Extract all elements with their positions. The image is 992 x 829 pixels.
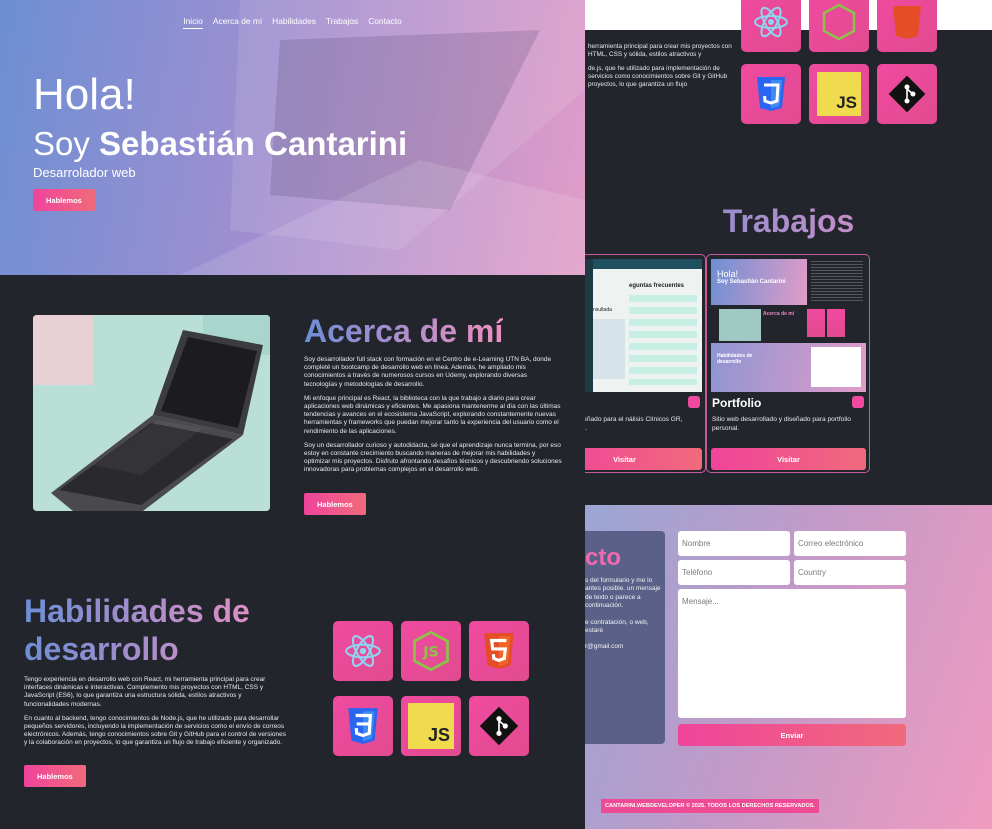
secondary-screenshot: herramienta principal para crear mis pro… [585, 0, 992, 829]
nodejs-icon: JS [413, 630, 449, 672]
shot-name: Soy Sebastián Cantarini [717, 279, 786, 285]
contact-email: r@gmail.com [585, 643, 624, 651]
css3-tile [333, 696, 393, 756]
contact-title: cto [585, 544, 621, 571]
shot-heading: eguntas frecuentes [629, 283, 685, 289]
visit-button[interactable]: Visitar [711, 448, 866, 470]
contact-text: s del formulario y me lo antes posible. … [585, 577, 661, 660]
react-tile [741, 0, 801, 52]
html5-icon [893, 6, 921, 39]
html5-tile [877, 0, 937, 52]
country-field[interactable]: Country [794, 560, 906, 585]
skills-paragraph: Tengo experiencia en desarrollo web con … [24, 676, 266, 708]
send-button[interactable]: Enviar [678, 724, 906, 746]
message-field[interactable]: Mensaje... [678, 589, 906, 718]
skills-paragraph: de.js, que he utilizado para implementac… [588, 65, 728, 88]
nav-item-acerca[interactable]: Acerca de mí [213, 16, 262, 29]
shot-skills: Habilidades de desarrollo [717, 353, 753, 365]
github-icon[interactable] [688, 396, 700, 408]
react-tile [333, 621, 393, 681]
contact-section: cto s del formulario y me lo antes posib… [585, 505, 992, 829]
skills-icons-partial: JS [741, 0, 941, 124]
css3-icon [757, 77, 785, 111]
name-field[interactable]: Nombre [678, 531, 790, 556]
javascript-icon: JS [408, 703, 454, 749]
about-cta-button[interactable]: Hablemos [304, 493, 366, 515]
git-icon [479, 706, 519, 746]
project-card: eguntas frecuentes nsultada rollado y di… [585, 254, 706, 473]
skills-text-partial: herramienta principal para crear mis pro… [588, 43, 738, 95]
react-icon [754, 6, 788, 38]
css3-tile [741, 64, 801, 124]
skills-title: Habilidades de desarrollo [24, 592, 284, 668]
hero-role: Desarrolador web [33, 165, 136, 180]
js-label: JS [836, 93, 857, 112]
visit-button[interactable]: Visitar [585, 448, 702, 470]
about-image [33, 315, 270, 511]
about-paragraph: Soy desarrollador full stack con formaci… [304, 356, 552, 388]
hero-name-bold: Sebastián Cantarini [99, 125, 408, 162]
project-card-portfolio: Hola! Soy Sebastián Cantarini Acerca de … [706, 254, 870, 473]
javascript-icon: JS [817, 72, 861, 116]
laptop-photo [33, 315, 270, 511]
skills-paragraph: herramienta principal para crear mis pro… [588, 43, 732, 58]
css3-icon [348, 708, 378, 744]
email-field[interactable]: Correo electrónico [794, 531, 906, 556]
page: herramienta principal para crear mis pro… [0, 0, 992, 829]
nav-item-trabajos[interactable]: Trabajos [326, 16, 358, 29]
skills-text: Tengo experiencia en desarrollo web con … [24, 676, 286, 754]
project-description: Sitio web desarrollado y diseñado para p… [712, 416, 851, 432]
react-icon [345, 635, 381, 667]
about-title: Acerca de mí [304, 313, 504, 349]
javascript-tile: JS [809, 64, 869, 124]
about-paragraph: Mi enfoque principal es React, la biblio… [304, 394, 561, 435]
javascript-tile: JS [401, 696, 461, 756]
shot-side-text: nsultada [593, 307, 612, 313]
footer: CANTARINI.WEBDEVELOPER © 2025. TODOS LOS… [601, 799, 820, 813]
project-title: Portfolio [712, 396, 762, 410]
skills-cta-button[interactable]: Hablemos [24, 765, 86, 787]
works-title: Trabajos [585, 203, 992, 240]
nodejs-tile [809, 0, 869, 52]
hero-cta-button[interactable]: Hablemos [33, 189, 95, 211]
nav-item-inicio[interactable]: Inicio [183, 16, 203, 29]
project-screenshot: Hola! Soy Sebastián Cantarini Acerca de … [711, 259, 866, 392]
shot-hola: Hola! [717, 269, 739, 279]
phone-field[interactable]: Teléfono [678, 560, 790, 585]
nav-item-habilidades[interactable]: Habilidades [272, 16, 316, 29]
git-icon [888, 75, 926, 113]
project-screenshot: eguntas frecuentes nsultada [585, 259, 702, 392]
skills-icons: JS JS [333, 621, 533, 761]
github-icon[interactable] [852, 396, 864, 408]
project-description: rollado y diseñado para el nálisis Clíni… [585, 416, 683, 432]
hero-greeting: Hola! [33, 70, 136, 119]
nodejs-tile: JS [401, 621, 461, 681]
main-screenshot: Inicio Acerca de mí Habilidades Trabajos… [0, 0, 585, 829]
git-tile [877, 64, 937, 124]
nodejs-icon [822, 3, 856, 41]
hero-name: Soy Sebastián Cantarini [33, 125, 407, 163]
html5-tile [469, 621, 529, 681]
about-paragraph: Soy un desarrollador curioso y autodidac… [304, 441, 562, 474]
hero-section: Inicio Acerca de mí Habilidades Trabajos… [0, 0, 585, 275]
svg-text:JS: JS [422, 645, 439, 661]
html5-icon [484, 633, 514, 669]
git-tile [469, 696, 529, 756]
contact-paragraph: s del formulario y me lo antes posible. … [585, 577, 661, 610]
hero-intro-prefix: Soy [33, 125, 90, 162]
main-nav: Inicio Acerca de mí Habilidades Trabajos… [0, 16, 585, 29]
nav-item-contacto[interactable]: Contacto [368, 16, 402, 29]
shot-about: Acerca de mí [763, 311, 795, 317]
skills-paragraph: En cuanto al backend, tengo conocimiento… [24, 714, 286, 747]
about-text: Soy desarrollador full stack con formaci… [304, 356, 562, 481]
js-label: JS [427, 725, 450, 745]
contact-paragraph: e contratación, o web, estaré [585, 618, 649, 635]
